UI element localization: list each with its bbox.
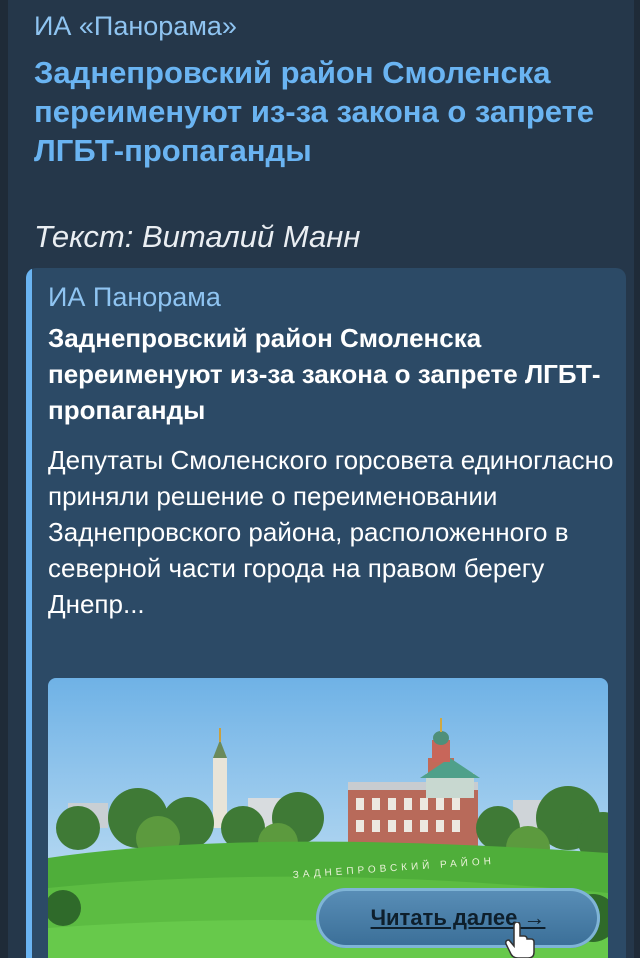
read-more-button[interactable]: Читать далее →: [316, 888, 600, 948]
channel-name[interactable]: ИА «Панорама»: [34, 10, 237, 42]
preview-description: Депутаты Смоленского горсовета единоглас…: [48, 445, 614, 619]
preview-site-name: ИА Панорама: [48, 282, 221, 312]
post-headline: Заднепровский район Смоленска переименую…: [34, 55, 595, 168]
link-preview[interactable]: ИА Панорама Заднепровский район Смоленск…: [26, 268, 626, 958]
post-author: Текст: Виталий Манн: [34, 219, 361, 254]
preview-title: Заднепровский район Смоленска переименую…: [48, 323, 601, 425]
preview-accent-bar: [26, 268, 32, 958]
pointer-hand-icon: [505, 922, 535, 958]
